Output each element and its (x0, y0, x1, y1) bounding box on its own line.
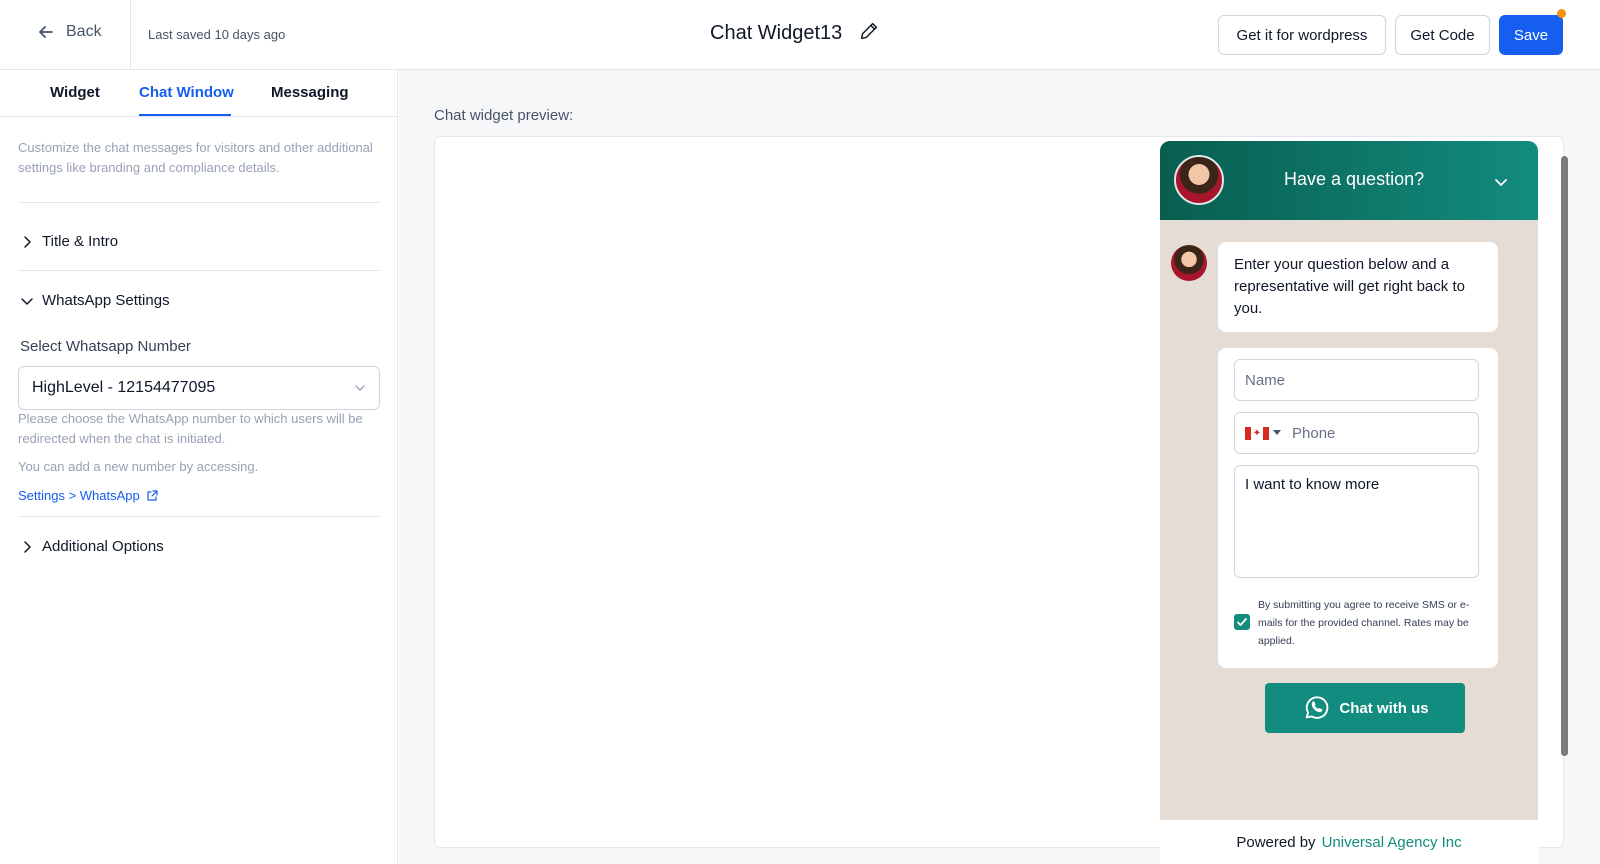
accordion-additional-options[interactable]: Additional Options (20, 538, 164, 555)
accordion-label: Additional Options (42, 538, 164, 555)
accordion-label: WhatsApp Settings (42, 292, 170, 309)
widget-title: Chat Widget13 (710, 22, 843, 44)
canada-flag-icon[interactable]: ✦ (1245, 427, 1269, 440)
add-number-text: You can add a new number by accessing. (18, 459, 259, 474)
intro-message-bubble: Enter your question below and a represen… (1218, 242, 1498, 332)
header-divider (130, 0, 131, 70)
message-textarea[interactable]: I want to know more (1234, 465, 1479, 578)
avatar (1174, 155, 1224, 205)
whatsapp-icon (1306, 696, 1329, 719)
external-link-icon (147, 489, 158, 501)
message-value: I want to know more (1245, 476, 1380, 493)
name-input[interactable]: Name (1234, 359, 1479, 401)
back-button[interactable]: Back (36, 22, 102, 42)
settings-whatsapp-link[interactable]: Settings > WhatsApp (18, 488, 158, 503)
caret-down-icon (1273, 430, 1281, 435)
settings-panel: Widget Chat Window Messaging Customize t… (0, 70, 398, 864)
active-tab-indicator (139, 114, 231, 116)
tab-chat-window[interactable]: Chat Window (139, 84, 234, 101)
widget-title-area: Chat Widget13 (710, 20, 880, 47)
section-divider (18, 516, 380, 517)
settings-link-label: Settings > WhatsApp (18, 488, 140, 503)
last-saved-text: Last saved 10 days ago (148, 27, 286, 42)
panel-description: Customize the chat messages for visitors… (18, 140, 373, 175)
chat-form: Name ✦ Phone I want to know more By subm… (1218, 348, 1498, 668)
settings-tabs: Widget Chat Window Messaging (0, 70, 398, 117)
chevron-down-icon (21, 297, 33, 305)
consent-row: By submitting you agree to receive SMS o… (1234, 596, 1484, 650)
powered-by-label: Powered by (1236, 833, 1316, 851)
name-placeholder: Name (1245, 371, 1286, 389)
top-header: Back Last saved 10 days ago Chat Widget1… (0, 0, 1600, 70)
powered-by-footer: Powered by Universal Agency Inc (1160, 820, 1538, 864)
get-for-wordpress-button[interactable]: Get it for wordpress (1218, 15, 1386, 55)
phone-input[interactable]: ✦ Phone (1234, 412, 1479, 454)
edit-title-button[interactable] (858, 20, 880, 47)
chevron-right-icon (24, 540, 31, 553)
get-code-button[interactable]: Get Code (1395, 15, 1490, 55)
check-icon (1237, 618, 1247, 626)
pencil-icon (861, 22, 878, 40)
consent-checkbox[interactable] (1234, 614, 1250, 630)
accordion-label: Title & Intro (42, 233, 119, 250)
chevron-down-icon[interactable] (1492, 173, 1510, 191)
chat-widget-preview: Have a question? Enter your question bel… (1160, 141, 1538, 864)
avatar (1171, 245, 1207, 281)
section-divider (18, 202, 380, 203)
chat-with-us-button[interactable]: Chat with us (1265, 683, 1465, 733)
preview-label: Chat widget preview: (434, 107, 574, 124)
whatsapp-number-select[interactable]: HighLevel - 12154477095 (18, 366, 380, 410)
whatsapp-number-label: Select Whatsapp Number (20, 338, 191, 355)
back-label: Back (66, 23, 102, 40)
whatsapp-help-text: Please choose the WhatsApp number to whi… (18, 411, 363, 446)
tab-widget[interactable]: Widget (50, 84, 100, 101)
section-divider (18, 270, 380, 271)
chevron-right-icon (24, 235, 31, 248)
widget-header: Have a question? (1160, 141, 1538, 220)
chevron-down-icon (355, 385, 365, 391)
phone-placeholder: Phone (1292, 424, 1336, 442)
consent-text: By submitting you agree to receive SMS o… (1258, 599, 1470, 647)
accordion-whatsapp-settings[interactable]: WhatsApp Settings (20, 292, 170, 309)
tab-messaging[interactable]: Messaging (271, 84, 349, 101)
selected-number: HighLevel - 12154477095 (32, 379, 216, 396)
brand-link[interactable]: Universal Agency Inc (1322, 834, 1462, 851)
accordion-title-intro[interactable]: Title & Intro (20, 233, 118, 250)
notification-dot (1557, 9, 1566, 18)
save-button[interactable]: Save (1499, 15, 1563, 55)
arrow-left-icon (39, 26, 53, 38)
widget-heading: Have a question? (1284, 169, 1425, 189)
cta-label: Chat with us (1339, 699, 1429, 717)
preview-scrollbar[interactable] (1561, 156, 1568, 756)
